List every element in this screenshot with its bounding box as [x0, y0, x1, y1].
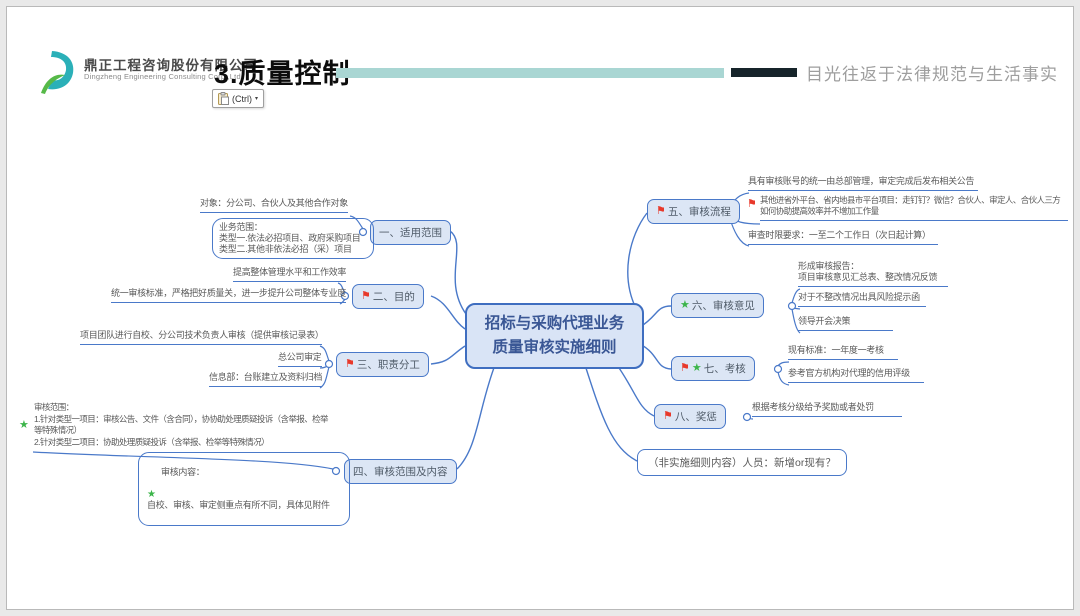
note-opinion-report[interactable]: 形成审核报告： 项目审核意见汇总表、整改情况反馈 [798, 261, 948, 287]
star-icon: ★ [680, 300, 690, 311]
star-icon: ★ [19, 420, 29, 431]
topic-audit-process[interactable]: ⚑ 五、审核流程 [647, 199, 740, 224]
note-purpose-efficiency[interactable]: 提高整体管理水平和工作效率 [233, 267, 346, 282]
topic-assessment[interactable]: ⚑ ★ 七、考核 [671, 356, 755, 381]
note-scope-objects[interactable]: 对象：分公司、合伙人及其他合作对象 [200, 198, 348, 213]
flag-icon: ⚑ [361, 291, 371, 302]
topic-responsibilities[interactable]: ⚑ 三、职责分工 [336, 352, 429, 377]
note-process-time-limit[interactable]: 审查时限要求：一至二个工作日（次日起计算） [748, 230, 938, 245]
topic-label: 七、考核 [704, 361, 746, 376]
note-scope-business-range[interactable]: 业务范围： 类型一.依法必招项目、政府采购项目 类型二.其他非依法必招（采）项目 [212, 218, 374, 259]
note-audit-range[interactable]: 审核范围： 1.针对类型一项目：审核公告、文件（含合同），协协助处理质疑投诉（含… [34, 402, 358, 448]
topic-rewards-punishments[interactable]: ⚑ 八、奖惩 [654, 404, 726, 429]
chevron-down-icon: ▾ [255, 95, 258, 102]
accent-bar-teal [336, 68, 724, 78]
topic-label: 一、适用范围 [379, 225, 442, 240]
topic-audit-scope-content[interactable]: 四、审核范围及内容 [344, 459, 457, 484]
note-purpose-standards[interactable]: 统一审核标准，严格把好质量关，进一步提升公司整体专业度 [111, 288, 346, 303]
clipboard-icon [218, 92, 229, 105]
topic-audit-opinions[interactable]: ★ 六、审核意见 [671, 293, 764, 318]
topic-label: 六、审核意见 [692, 298, 755, 313]
note-resp-project-team[interactable]: 项目团队进行自校、分公司技术负责人审核（提供审核记录表） [80, 330, 322, 345]
central-topic[interactable]: 招标与采购代理业务 质量审核实施细则 [465, 303, 644, 369]
note-audit-content[interactable]: 审核内容： ★ 自校、审核、审定侧重点有所不同，具体见附件 [138, 452, 350, 526]
flag-icon: ⚑ [680, 363, 690, 374]
topic-purpose[interactable]: ⚑ 二、目的 [352, 284, 424, 309]
note-resp-head-office[interactable]: 总公司审定 [278, 352, 322, 367]
paste-options-button[interactable]: (Ctrl) ▾ [212, 89, 264, 108]
topic-scope[interactable]: 一、适用范围 [370, 220, 451, 245]
note-assess-standard[interactable]: 现有标准：一年度一考核 [788, 345, 898, 360]
flag-icon: ⚑ [747, 199, 757, 210]
note-resp-info-dept[interactable]: 信息部：台账建立及资料归档 [209, 372, 322, 387]
topic-label: 二、目的 [373, 289, 415, 304]
flag-icon: ⚑ [345, 359, 355, 370]
topic-label: 四、审核范围及内容 [353, 464, 448, 479]
slide-tagline: 目光往返于法律规范与生活事实 [806, 60, 1058, 85]
flag-icon: ⚑ [663, 411, 673, 422]
flag-icon: ⚑ [656, 206, 666, 217]
note-process-platforms[interactable]: 其他进省外平台、省内地县市平台项目：走钉钉？微信？合伙人、审定人、合伙人三方 如… [760, 195, 1068, 221]
slide-canvas: 鼎正工程咨询股份有限公司 Dingzheng Engineering Consu… [0, 0, 1080, 616]
note-assess-credit-rating[interactable]: 参考官方机构对代理的信用评级 [788, 368, 924, 383]
note-process-accounts[interactable]: 具有审核账号的统一由总部管理，审定完成后发布相关公告 [748, 176, 978, 191]
star-icon: ★ [147, 490, 156, 500]
note-title: 审核内容： [147, 467, 343, 478]
topic-label: 五、审核流程 [668, 204, 731, 219]
accent-bar-black [731, 68, 797, 77]
paste-button-label: (Ctrl) [232, 94, 252, 104]
note-opinion-leader-meeting[interactable]: 领导开会决策 [798, 316, 893, 331]
page-title: 3.质量控制 [214, 52, 351, 91]
topic-label: （非实施细则内容）人员：新增or现有？ [648, 455, 836, 470]
star-icon: ★ [692, 363, 702, 374]
topic-label: 八、奖惩 [675, 409, 717, 424]
note-opinion-risk-letter[interactable]: 对于不整改情况出具风险提示函 [798, 292, 926, 307]
topic-label: 三、职责分工 [357, 357, 420, 372]
company-logo [36, 48, 80, 96]
note-reward-penalty[interactable]: 根据考核分级给予奖励或者处罚 [752, 402, 902, 417]
topic-non-rule-personnel[interactable]: （非实施细则内容）人员：新增or现有？ [637, 449, 847, 476]
note-body: ★ 自校、审核、审定侧重点有所不同，具体见附件 [147, 489, 343, 511]
